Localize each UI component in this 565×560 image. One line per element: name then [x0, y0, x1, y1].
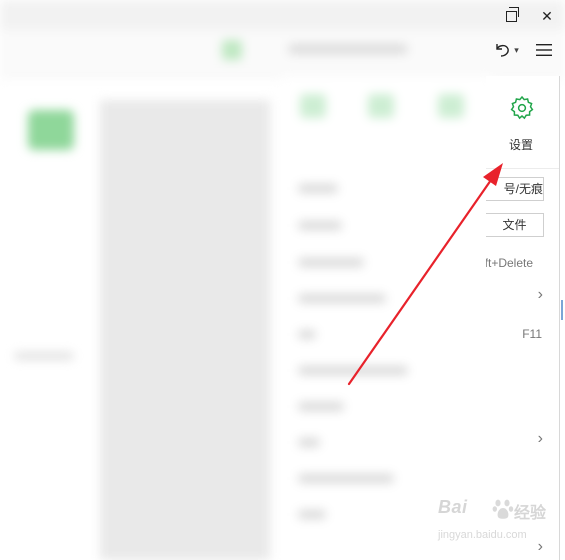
watermark-brand-cn: 经验 — [514, 505, 547, 522]
watermark-brand: Bai — [438, 497, 468, 517]
paw-icon — [492, 499, 514, 519]
annotation-arrow — [347, 163, 503, 386]
watermark-url: jingyan.baidu.com — [438, 529, 527, 541]
baidu-watermark: Bai 经验 jingyan.baidu.com — [432, 495, 562, 555]
